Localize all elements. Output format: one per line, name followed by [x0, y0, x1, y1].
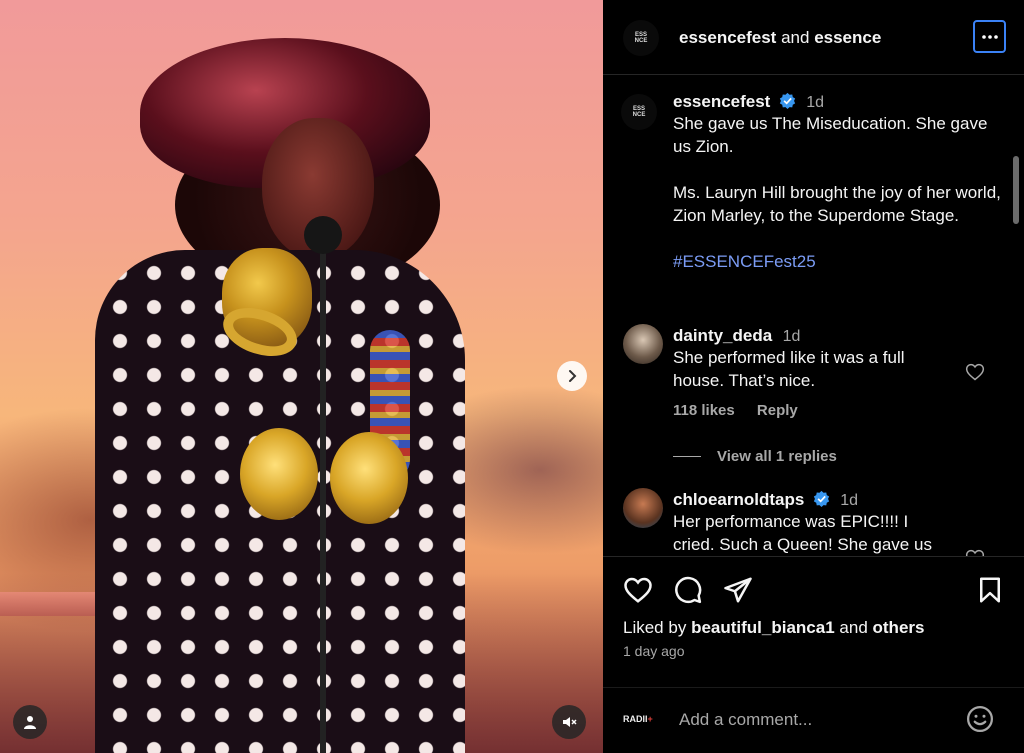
author-username[interactable]: essencefest: [679, 28, 776, 47]
comment-likes[interactable]: 118 likes: [673, 402, 735, 419]
verified-badge-icon: [779, 92, 795, 109]
speaker-muted-icon: [563, 717, 577, 727]
comment-text: Her performance was EPIC!!!! I cried. Su…: [673, 512, 932, 554]
comments-scrollbar[interactable]: [1013, 156, 1019, 224]
post-header: ESS NCE essencefest and essence: [603, 0, 1024, 75]
comment-time: 1d: [782, 328, 801, 345]
brand-badge: RADII+: [623, 714, 663, 728]
caption-avatar-logo: ESS NCE: [632, 106, 646, 118]
comment-like-icon[interactable]: [965, 362, 985, 382]
bookmark-icon[interactable]: [975, 575, 1005, 605]
post-timestamp[interactable]: 1 day ago: [623, 643, 685, 659]
commenter-avatar[interactable]: [623, 488, 663, 528]
next-media-button[interactable]: [557, 361, 587, 391]
gold-breastplate-right: [330, 432, 408, 524]
brand-badge-text: RADII: [623, 714, 648, 724]
more-options-button[interactable]: [973, 20, 1006, 53]
heart-icon[interactable]: [623, 575, 653, 605]
caption-time: 1d: [806, 94, 825, 111]
microphone: [304, 216, 342, 254]
post-side-panel: ESS NCE essencefest and essence ESS NCE es…: [603, 0, 1024, 753]
view-replies-button[interactable]: View all 1 replies: [673, 448, 837, 465]
comment-reply-button[interactable]: Reply: [757, 402, 798, 419]
comment-meta: 118 likes Reply: [673, 402, 953, 419]
liked-by-others[interactable]: others: [873, 618, 925, 637]
brand-badge-plus: +: [647, 714, 653, 724]
gold-breastplate-left: [240, 428, 318, 520]
comment-text: She performed like it was a full house. …: [673, 348, 905, 390]
comment-like-icon[interactable]: [965, 548, 985, 556]
share-icon[interactable]: [723, 575, 753, 605]
comment-username[interactable]: chloearnoldtaps: [673, 490, 804, 509]
more-horizontal-icon: [981, 34, 998, 39]
emoji-icon[interactable]: [965, 704, 995, 734]
user-tag-icon: [24, 716, 36, 729]
comment-body: dainty_deda 1d She performed like it was…: [673, 326, 953, 419]
user-tag-button[interactable]: [13, 705, 47, 739]
verified-badge-icon: [813, 490, 829, 507]
mic-stand: [320, 240, 326, 753]
author-avatar-logo: ESS NCE: [634, 32, 648, 44]
comment-time: 1d: [840, 492, 859, 509]
post-media[interactable]: [0, 0, 603, 753]
comments-list[interactable]: ESS NCE essencefest 1d She gave us The Mi…: [603, 76, 1024, 556]
caption-username[interactable]: essencefest: [673, 92, 770, 111]
comment-username[interactable]: dainty_deda: [673, 326, 772, 345]
mute-toggle-button[interactable]: [552, 705, 586, 739]
collaborator-username[interactable]: essence: [814, 28, 881, 47]
add-comment-row: RADII+: [603, 687, 1024, 753]
caption-text-line2: Ms. Lauryn Hill brought the joy of her w…: [673, 183, 1001, 225]
liked-by-summary: Liked by beautiful_bianca1 and others: [623, 618, 924, 638]
authors-joiner: and: [781, 28, 810, 47]
liked-by-joiner: and: [839, 618, 868, 637]
caption-text-line1: She gave us The Miseducation. She gave u…: [673, 114, 988, 156]
post-actions: Liked by beautiful_bianca1 and others 1 …: [603, 556, 1024, 753]
caption-hashtag[interactable]: #ESSENCEFest25: [673, 250, 1003, 273]
liked-by-user[interactable]: beautiful_bianca1: [691, 618, 835, 637]
comment-icon[interactable]: [673, 575, 703, 605]
caption-author-avatar[interactable]: ESS NCE: [621, 94, 657, 130]
view-replies-label: View all 1 replies: [717, 448, 837, 465]
comment-body: chloearnoldtaps 1d Her performance was E…: [673, 490, 953, 556]
add-comment-input[interactable]: [679, 706, 939, 734]
replies-divider: [673, 456, 701, 457]
caption-body: essencefest 1d She gave us The Miseducat…: [673, 92, 1003, 273]
commenter-avatar[interactable]: [623, 324, 663, 364]
chevron-right-icon: [569, 370, 577, 382]
liked-by-prefix: Liked by: [623, 618, 687, 637]
author-avatar[interactable]: ESS NCE: [623, 20, 659, 56]
post-authors: essencefest and essence: [679, 28, 881, 48]
